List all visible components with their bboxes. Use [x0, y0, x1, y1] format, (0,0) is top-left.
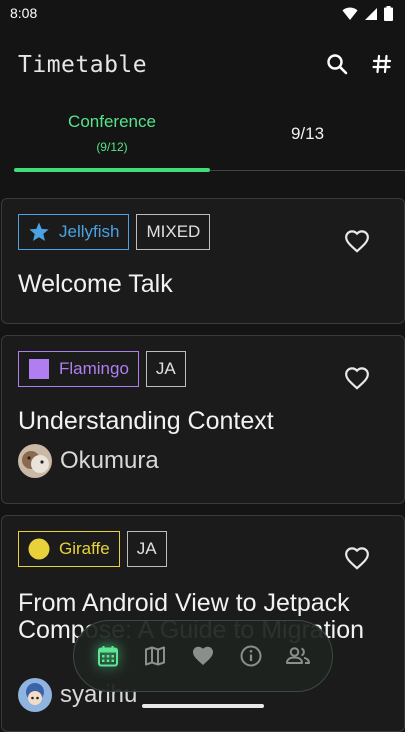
tab-9-13-label: 9/13 — [290, 124, 325, 143]
nav-about[interactable] — [235, 640, 267, 672]
room-chip: Flamingo — [18, 351, 139, 387]
status-time: 8:08 — [10, 5, 38, 21]
session-card[interactable]: Flamingo JA Understanding Context Okumur… — [1, 335, 405, 504]
room-label: Giraffe — [59, 539, 110, 558]
language-chip: JA — [126, 531, 167, 567]
tab-divider — [210, 170, 405, 171]
info-icon — [240, 645, 262, 667]
room-chip: Giraffe — [18, 531, 120, 567]
map-icon — [145, 646, 166, 666]
home-indicator[interactable] — [142, 704, 264, 708]
language-chip: JA — [145, 351, 186, 387]
nav-timetable[interactable] — [92, 640, 124, 672]
app-bar: Timetable — [0, 44, 405, 88]
room-label: Jellyfish — [59, 222, 120, 241]
people-icon — [286, 647, 311, 664]
speaker-avatar — [18, 444, 52, 478]
tab-conference[interactable]: Conference (9/12) — [14, 104, 210, 168]
language-label: JA — [155, 359, 176, 378]
nav-favorites[interactable] — [187, 640, 219, 672]
app-title: Timetable — [18, 52, 148, 78]
circle-icon — [28, 538, 50, 560]
session-title: Welcome Talk — [18, 270, 173, 298]
speaker-avatar — [18, 678, 52, 712]
session-title: Understanding Context — [18, 407, 274, 435]
speaker-name: Okumura — [60, 447, 159, 474]
tab-9-13[interactable]: 9/13 — [210, 104, 405, 168]
tab-indicator — [14, 168, 210, 172]
room-label: Flamingo — [59, 359, 129, 378]
heart-icon — [192, 646, 213, 665]
status-bar: 8:08 — [0, 0, 405, 28]
tab-conference-label: Conference — [68, 112, 156, 131]
favorite-heart-icon[interactable] — [344, 546, 370, 572]
battery-icon — [384, 6, 393, 21]
square-icon — [29, 359, 49, 379]
star-icon — [29, 222, 49, 241]
bottom-navigation — [73, 620, 333, 692]
language-label: MIXED — [146, 222, 201, 241]
nav-contributors[interactable] — [282, 640, 314, 672]
language-chip: MIXED — [136, 214, 211, 250]
session-card[interactable]: Jellyfish MIXED Welcome Talk — [1, 198, 405, 324]
favorite-heart-icon[interactable] — [344, 366, 370, 392]
room-chip: Jellyfish — [18, 214, 130, 250]
hashtag-icon — [372, 54, 392, 74]
wifi-icon — [342, 7, 358, 20]
hashtag-button[interactable] — [368, 50, 396, 78]
cellular-icon — [365, 7, 377, 20]
speaker: Okumura — [18, 444, 159, 478]
language-label: JA — [136, 539, 157, 558]
favorite-heart-icon[interactable] — [344, 229, 370, 255]
search-button[interactable] — [323, 50, 351, 78]
nav-map[interactable] — [139, 640, 171, 672]
calendar-icon — [97, 646, 118, 667]
day-tabs: Conference (9/12) 9/13 — [14, 104, 405, 172]
tab-conference-date: (9/12) — [96, 140, 128, 154]
search-icon — [327, 54, 348, 75]
